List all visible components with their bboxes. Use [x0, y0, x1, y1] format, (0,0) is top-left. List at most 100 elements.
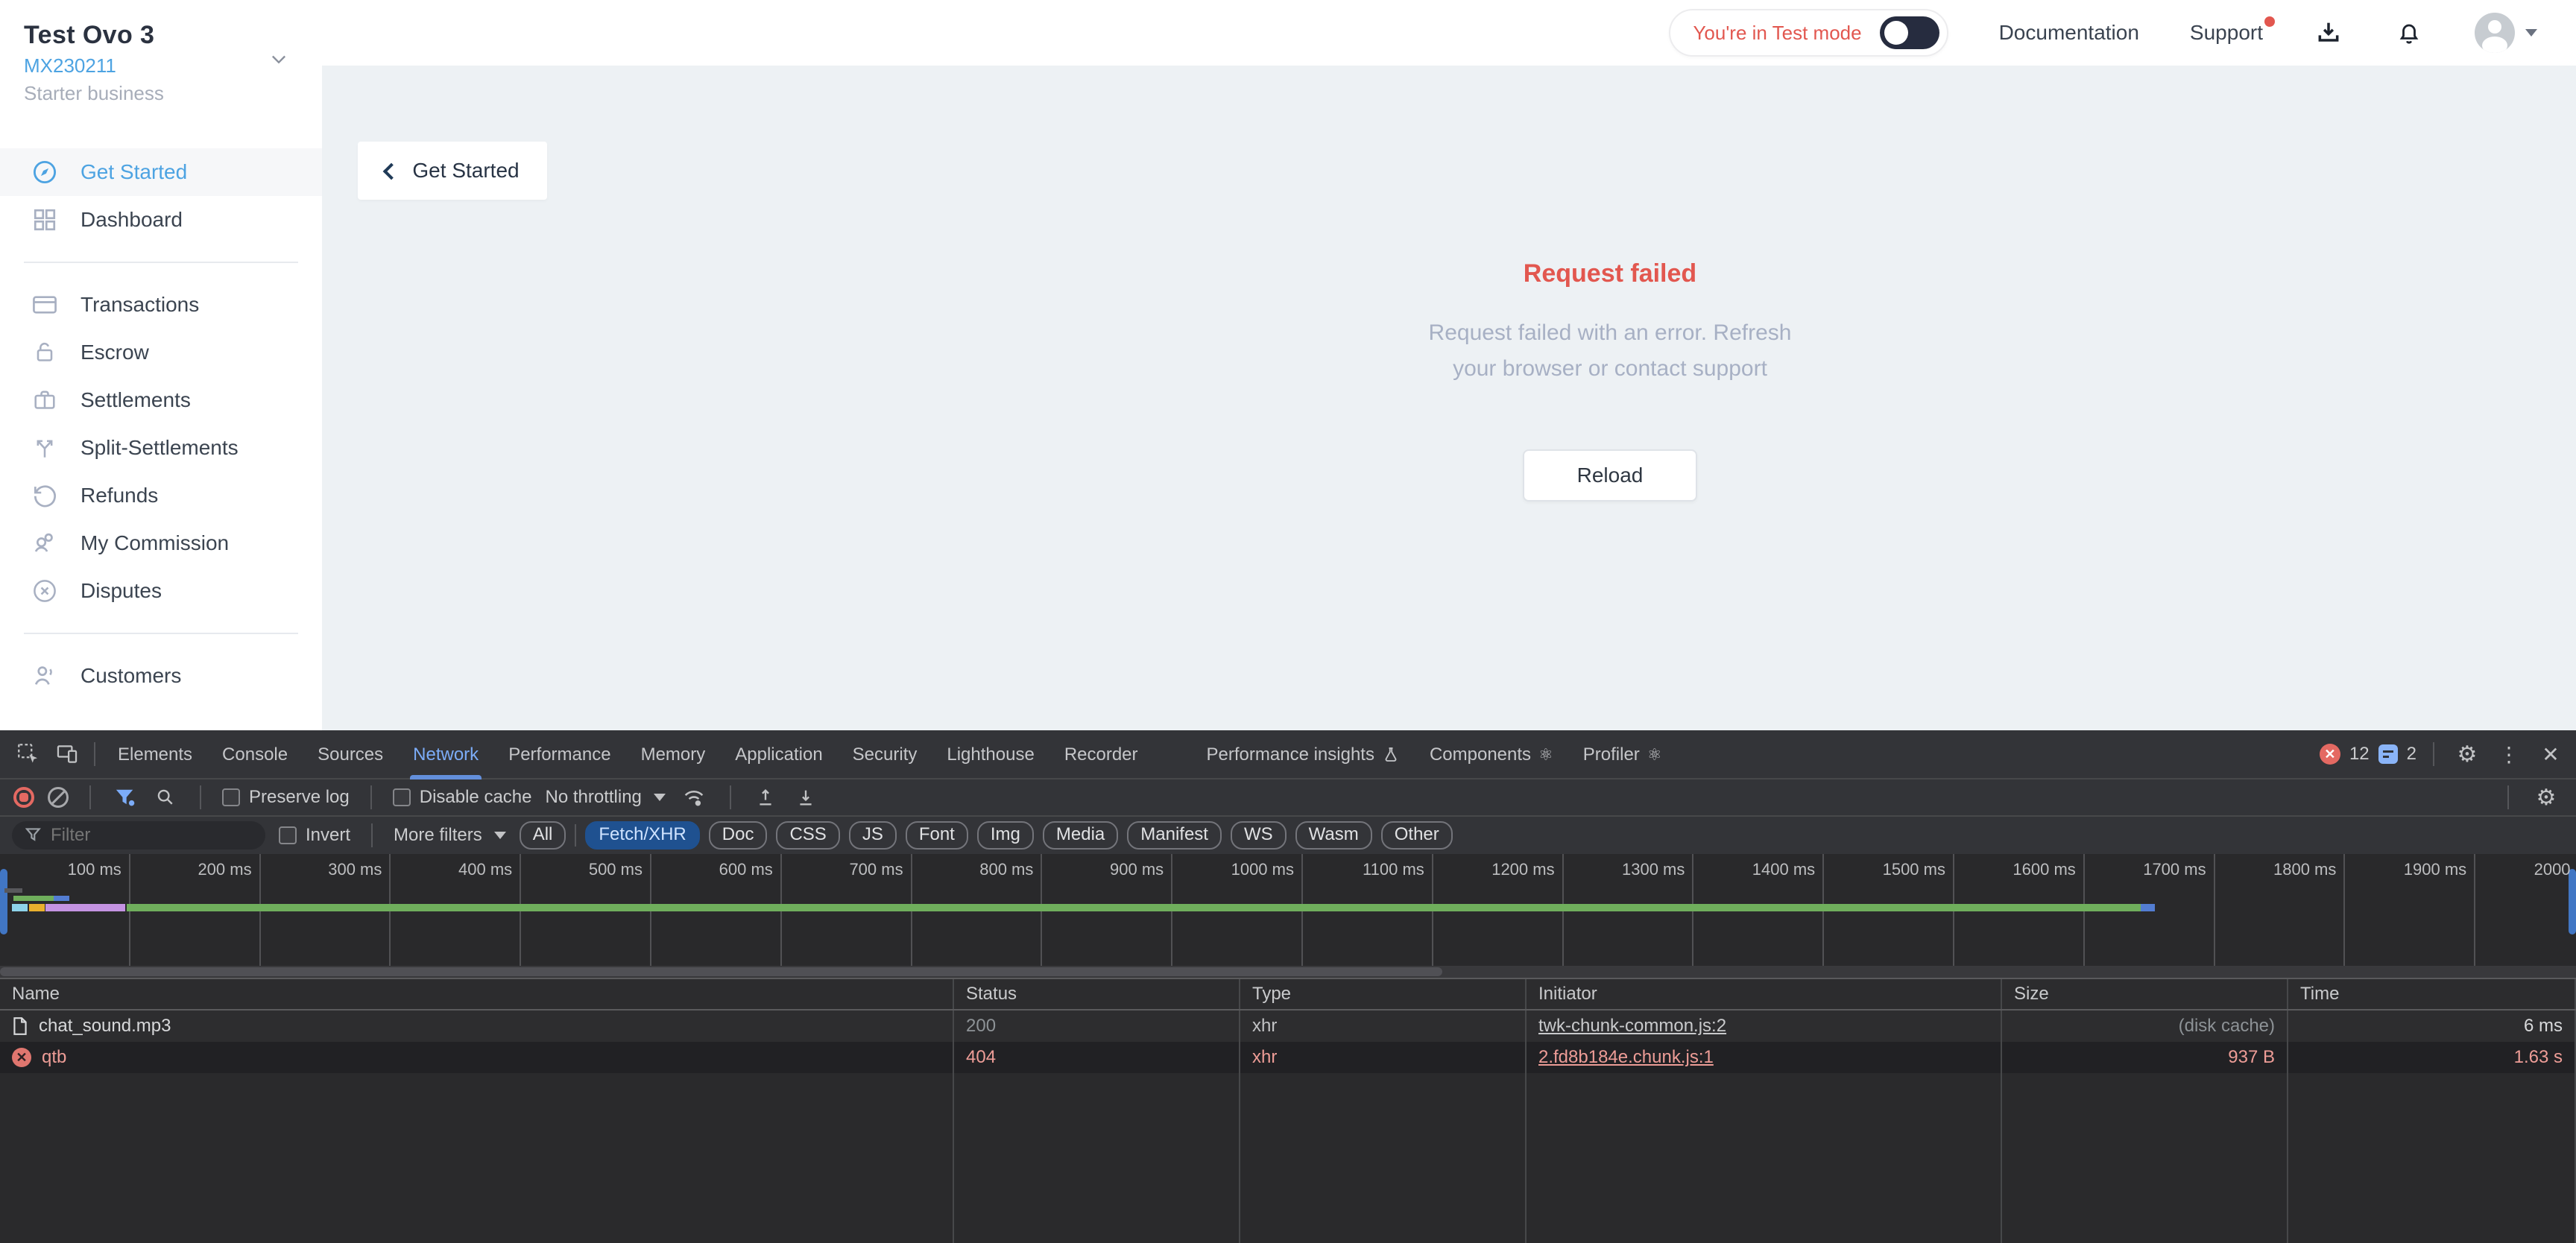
- separator: [575, 824, 576, 847]
- avatar: [2475, 13, 2515, 53]
- device-toolbar-icon[interactable]: [48, 735, 86, 774]
- network-settings-gear-icon[interactable]: ⚙: [2530, 781, 2563, 814]
- filter-input[interactable]: [12, 821, 265, 850]
- sidebar-item-transactions[interactable]: Transactions: [0, 281, 322, 329]
- network-filterbar: Invert More filters All Fetch/XHR Doc CSS JS…: [0, 817, 2576, 854]
- filter-input-wrap: [12, 821, 265, 850]
- request-size: (disk cache): [2179, 1016, 2275, 1037]
- sidebar-item-split-settlements[interactable]: Split-Settlements: [0, 424, 322, 472]
- filter-chip-wasm[interactable]: Wasm: [1295, 821, 1372, 850]
- sidebar-item-dashboard[interactable]: Dashboard: [0, 196, 322, 244]
- error-icon: ✕: [12, 1048, 31, 1067]
- filter-funnel-icon[interactable]: [112, 778, 139, 817]
- error-count-icon[interactable]: ✕: [2320, 744, 2340, 765]
- sidebar-item-disputes[interactable]: Disputes: [0, 567, 322, 615]
- close-devtools-icon[interactable]: ✕: [2534, 738, 2567, 771]
- documentation-link[interactable]: Documentation: [1999, 21, 2139, 45]
- clear-network-log-icon[interactable]: [48, 787, 69, 808]
- waterfall-bar-orange: [29, 904, 45, 911]
- circle-x-icon: [30, 576, 60, 606]
- column-header-status[interactable]: Status: [954, 979, 1240, 1009]
- search-icon[interactable]: [152, 778, 179, 817]
- tab-profiler[interactable]: Profiler⚛: [1568, 730, 1677, 779]
- more-filters-dropdown[interactable]: More filters: [394, 825, 506, 846]
- test-mode-toggle[interactable]: [1880, 16, 1939, 49]
- scrollbar-thumb[interactable]: [0, 967, 1442, 976]
- sidebar-item-label: Refunds: [80, 484, 158, 507]
- sidebar-item-label: Dashboard: [80, 208, 183, 232]
- sidebar-item-refunds[interactable]: Refunds: [0, 472, 322, 519]
- timeline-scrollbar[interactable]: [0, 966, 2576, 978]
- tab-recorder[interactable]: Recorder: [1049, 730, 1153, 779]
- tab-network[interactable]: Network: [398, 730, 493, 779]
- export-har-icon[interactable]: [792, 778, 819, 817]
- user-menu[interactable]: [2475, 13, 2537, 53]
- message-count-icon[interactable]: [2378, 744, 2398, 764]
- network-overview-timeline[interactable]: 100 ms200 ms300 ms400 ms500 ms600 ms700 …: [0, 854, 2576, 966]
- filter-chip-js[interactable]: JS: [849, 821, 897, 850]
- sidebar-item-settlements[interactable]: Settlements: [0, 376, 322, 424]
- request-initiator-link[interactable]: twk-chunk-common.js:2: [1538, 1016, 1726, 1037]
- tab-elements[interactable]: Elements: [103, 730, 207, 779]
- invert-label: Invert: [306, 825, 350, 846]
- bell-icon[interactable]: [2394, 18, 2424, 48]
- column-header-size[interactable]: Size: [2002, 979, 2288, 1009]
- settings-gear-icon[interactable]: ⚙: [2451, 738, 2484, 771]
- import-har-icon[interactable]: [752, 778, 779, 817]
- support-badge-dot: [2264, 16, 2275, 27]
- request-row[interactable]: ✕qtb404xhr2.fd8b184e.chunk.js:1937 B1.63…: [0, 1042, 2576, 1073]
- record-network-log-icon[interactable]: [13, 787, 34, 808]
- filter-chip-other[interactable]: Other: [1381, 821, 1453, 850]
- invert-checkbox[interactable]: Invert: [279, 825, 350, 846]
- tab-sources[interactable]: Sources: [303, 730, 398, 779]
- waterfall-bar-purple: [45, 904, 125, 911]
- sidebar-item-label: Customers: [80, 664, 181, 688]
- tab-performance[interactable]: Performance: [493, 730, 625, 779]
- filter-chip-media[interactable]: Media: [1043, 821, 1118, 850]
- download-icon[interactable]: [2314, 18, 2343, 48]
- column-header-name[interactable]: Name: [0, 979, 954, 1009]
- separator: [371, 823, 373, 847]
- tab-components[interactable]: Components⚛: [1415, 730, 1568, 779]
- support-link[interactable]: Support: [2190, 21, 2263, 45]
- sidebar-item-get-started[interactable]: Get Started: [0, 148, 322, 196]
- tab-application[interactable]: Application: [720, 730, 837, 779]
- back-button[interactable]: Get Started: [358, 142, 547, 200]
- separator: [2433, 742, 2434, 766]
- filter-chip-ws[interactable]: WS: [1231, 821, 1287, 850]
- error-block: Request failed Request failed with an er…: [644, 66, 2576, 502]
- tab-lighthouse[interactable]: Lighthouse: [932, 730, 1049, 779]
- sidebar-item-label: Escrow: [80, 341, 149, 364]
- waterfall-bar-green: [13, 896, 54, 901]
- sidebar-item-my-commission[interactable]: My Commission: [0, 519, 322, 567]
- column-header-time[interactable]: Time: [2288, 979, 2576, 1009]
- tab-console[interactable]: Console: [207, 730, 303, 779]
- filter-chip-fetch-xhr[interactable]: Fetch/XHR: [585, 821, 699, 850]
- sidebar-item-customers[interactable]: Customers: [0, 652, 322, 700]
- reload-button[interactable]: Reload: [1523, 449, 1697, 502]
- filter-chip-img[interactable]: Img: [977, 821, 1034, 850]
- dropdown-caret-icon: [494, 832, 506, 839]
- sidebar-item-escrow[interactable]: Escrow: [0, 329, 322, 376]
- filter-chip-font[interactable]: Font: [906, 821, 968, 850]
- inspect-element-icon[interactable]: [9, 735, 48, 774]
- filter-chip-all[interactable]: All: [520, 821, 566, 850]
- throttling-dropdown[interactable]: No throttling: [545, 787, 665, 808]
- filter-chip-css[interactable]: CSS: [776, 821, 839, 850]
- tab-security[interactable]: Security: [838, 730, 932, 779]
- tab-performance-insights[interactable]: Performance insights: [1192, 730, 1415, 779]
- column-header-initiator[interactable]: Initiator: [1527, 979, 2002, 1009]
- column-header-type[interactable]: Type: [1240, 979, 1527, 1009]
- account-chevron-down-icon[interactable]: [268, 48, 289, 75]
- filter-chip-manifest[interactable]: Manifest: [1127, 821, 1222, 850]
- preserve-log-checkbox[interactable]: Preserve log: [222, 787, 350, 808]
- request-row[interactable]: chat_sound.mp3200xhrtwk-chunk-common.js:…: [0, 1010, 2576, 1042]
- filter-chip-doc[interactable]: Doc: [709, 821, 768, 850]
- tab-memory[interactable]: Memory: [626, 730, 721, 779]
- disable-cache-checkbox[interactable]: Disable cache: [393, 787, 532, 808]
- test-mode-pill[interactable]: You're in Test mode: [1669, 9, 1948, 57]
- network-conditions-icon[interactable]: [679, 778, 709, 817]
- more-options-icon[interactable]: ⋮: [2493, 738, 2525, 771]
- flask-icon: [1382, 744, 1400, 765]
- request-initiator-link[interactable]: 2.fd8b184e.chunk.js:1: [1538, 1047, 1714, 1068]
